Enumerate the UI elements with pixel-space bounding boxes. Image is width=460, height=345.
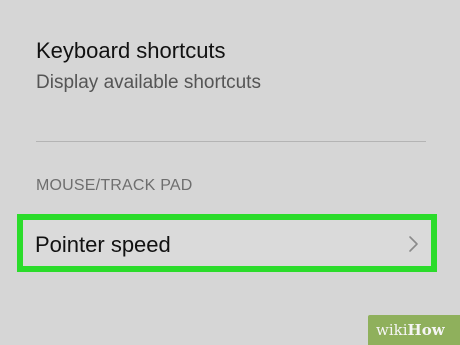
- watermark-prefix: wiki: [376, 321, 408, 339]
- watermark-text: wikiHow: [376, 321, 445, 339]
- keyboard-shortcuts-subtitle: Display available shortcuts: [36, 72, 261, 93]
- wikihow-watermark: wikiHow: [368, 315, 460, 345]
- divider: [36, 141, 426, 142]
- chevron-right-icon: [407, 234, 421, 254]
- keyboard-shortcuts-item[interactable]: Keyboard shortcuts Display available sho…: [0, 28, 460, 108]
- section-header-mouse-trackpad: MOUSE/TRACK PAD: [36, 177, 193, 194]
- settings-screen: Keyboard shortcuts Display available sho…: [0, 0, 460, 345]
- watermark-suffix: How: [407, 321, 445, 339]
- pointer-speed-item[interactable]: Pointer speed: [17, 214, 437, 272]
- keyboard-shortcuts-title: Keyboard shortcuts: [36, 38, 226, 63]
- pointer-speed-label: Pointer speed: [35, 232, 171, 257]
